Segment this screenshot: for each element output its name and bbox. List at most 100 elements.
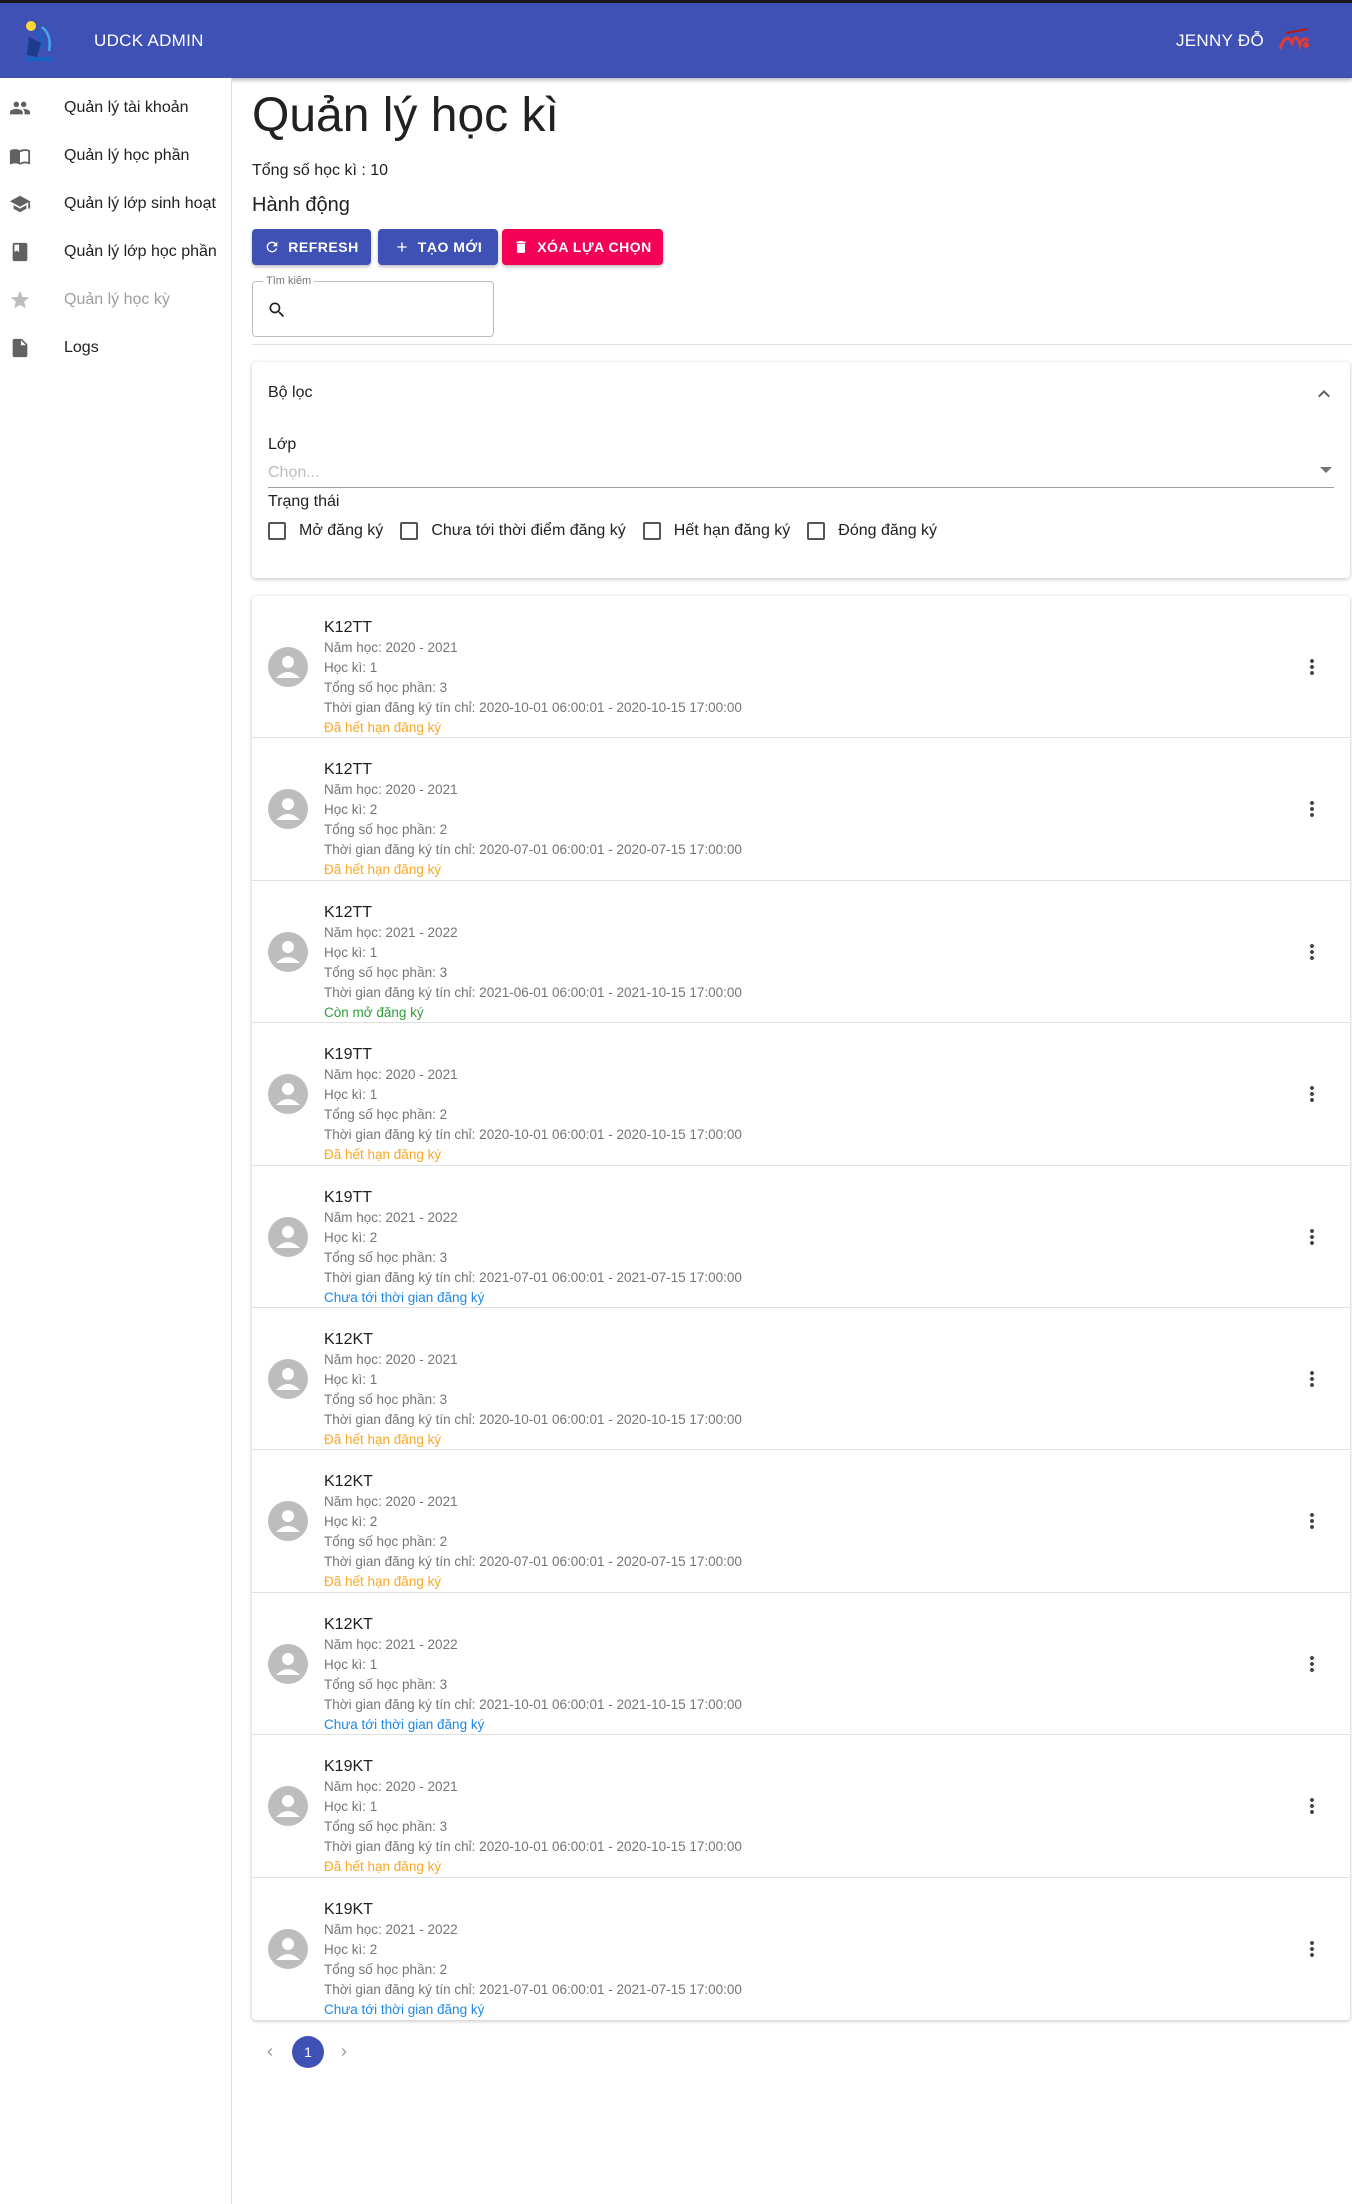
school-year: Năm học: 2020 - 2021 — [324, 1494, 458, 1510]
term: Học kì: 1 — [324, 1372, 378, 1387]
list-item-text: K12TT Năm học: 2020 - 2021 Học kì: 1 Tổng s… — [324, 618, 742, 738]
more-options-icon[interactable] — [1300, 940, 1324, 964]
list-item[interactable]: K19KT Năm học: 2021 - 2022 Học kì: 2 Tổng s… — [252, 1878, 1350, 2020]
registration-period: Thời gian đăng ký tín chỉ: 2021-06-01 06… — [324, 984, 742, 1000]
chevron-right-icon[interactable] — [336, 2044, 352, 2060]
registration-period: Thời gian đăng ký tín chỉ: 2021-07-01 06… — [324, 1981, 742, 1997]
more-options-icon[interactable] — [1300, 1509, 1324, 1533]
status-text: Đã hết hạn đăng ký — [324, 1574, 442, 1590]
status-text: Chưa tới thời gian đăng ký — [324, 1289, 485, 1305]
checkbox-box[interactable] — [807, 522, 826, 540]
more-options-icon[interactable] — [1300, 1794, 1324, 1818]
delete-selected-button[interactable]: XÓA LỰA CHỌN — [502, 229, 663, 265]
registration-period: Thời gian đăng ký tín chỉ: 2021-07-01 06… — [324, 1269, 742, 1285]
class-name: K12TT — [324, 761, 373, 779]
more-options-icon[interactable] — [1300, 1082, 1324, 1106]
sidebar-item-course-classes[interactable]: Quản lý lớp học phần — [0, 228, 232, 276]
term: Học kì: 2 — [324, 1941, 378, 1957]
chevron-left-icon[interactable] — [262, 2044, 278, 2060]
school-year: Năm học: 2020 - 2021 — [324, 640, 458, 655]
avatar — [268, 789, 308, 830]
list-item-text: K19KT Năm học: 2020 - 2021 Học kì: 1 Tổng s… — [324, 1757, 742, 1877]
person-icon — [276, 1225, 300, 1248]
status-text: Đã hết hạn đăng ký — [324, 1859, 442, 1875]
class-name: K12KT — [324, 1331, 373, 1348]
avatar — [268, 1786, 308, 1827]
course-count: Tổng số học phần: 3 — [324, 1676, 448, 1692]
status-text: Đã hết hạn đăng ký — [324, 1147, 442, 1163]
book-open-icon — [8, 144, 32, 168]
user-name[interactable]: JENNY ĐỖ — [1176, 31, 1264, 51]
more-options-icon[interactable] — [1300, 1225, 1324, 1249]
total-count: Tổng số học kì : 10 — [252, 162, 389, 179]
course-count: Tổng số học phần: 3 — [324, 680, 448, 695]
more-options-icon[interactable] — [1300, 1937, 1324, 1961]
course-count: Tổng số học phần: 2 — [324, 1961, 448, 1977]
avatar — [268, 931, 308, 972]
class-name: K19KT — [324, 1758, 373, 1776]
create-button[interactable]: TẠO MỚI — [378, 229, 498, 265]
refresh-button[interactable]: REFRESH — [252, 229, 371, 265]
more-options-icon[interactable] — [1300, 1652, 1324, 1676]
sidebar-item-label: Logs — [64, 339, 99, 356]
more-options-icon[interactable] — [1300, 655, 1324, 679]
refresh-icon — [266, 241, 278, 253]
app-logo[interactable] — [20, 17, 62, 65]
course-count: Tổng số học phần: 2 — [324, 1534, 448, 1550]
list-item[interactable]: K12KT Năm học: 2021 - 2022 Học kì: 1 Tổng s… — [252, 1593, 1350, 1736]
sidebar-item-label: Quản lý tài khoản — [64, 99, 189, 116]
search-field[interactable]: Tìm kiếm — [252, 275, 494, 337]
sidebar-item-accounts[interactable]: Quản lý tài khoản — [0, 84, 232, 132]
checkbox-box[interactable] — [642, 522, 661, 540]
status-text: Đã hết hạn đăng ký — [324, 720, 442, 735]
chevron-up-icon[interactable] — [1312, 382, 1336, 406]
actions-heading: Hành động — [252, 194, 350, 216]
checkbox-label: Mở đăng ký — [299, 522, 384, 539]
checkbox-box[interactable] — [400, 522, 419, 540]
school-year: Năm học: 2021 - 2022 — [324, 1636, 458, 1652]
list-item-text: K19TT Năm học: 2020 - 2021 Học kì: 1 Tổng s… — [324, 1045, 742, 1165]
person-icon — [276, 656, 300, 678]
list-item-text: K12KT Năm học: 2020 - 2021 Học kì: 2 Tổng s… — [324, 1472, 742, 1592]
list-item[interactable]: K12TT Năm học: 2020 - 2021 Học kì: 2 Tổng s… — [252, 738, 1350, 881]
term: Học kì: 1 — [324, 660, 378, 675]
person-icon — [276, 798, 300, 821]
page-title: Quản lý học kì — [252, 89, 559, 142]
user-logo-icon[interactable] — [1276, 25, 1316, 55]
status-checkbox-group: Mở đăng ký Chưa tới thời điểm đăng ký Hế… — [268, 522, 954, 540]
list-item[interactable]: K12KT Năm học: 2020 - 2021 Học kì: 2 Tổng s… — [252, 1450, 1350, 1593]
list-item[interactable]: K19TT Năm học: 2020 - 2021 Học kì: 1 Tổng s… — [252, 1023, 1350, 1166]
sidebar-item-courses[interactable]: Quản lý học phần — [0, 132, 232, 180]
term: Học kì: 2 — [324, 1229, 378, 1245]
list-item[interactable]: K19KT Năm học: 2020 - 2021 Học kì: 1 Tổng s… — [252, 1735, 1350, 1878]
checkbox-box[interactable] — [268, 522, 286, 540]
more-options-icon[interactable] — [1300, 1367, 1324, 1391]
registration-period: Thời gian đăng ký tín chỉ: 2020-10-01 06… — [324, 1412, 742, 1427]
list-item[interactable]: K12TT Năm học: 2021 - 2022 Học kì: 1 Tổng s… — [252, 881, 1350, 1024]
status-text: Đã hết hạn đăng ký — [324, 1432, 442, 1447]
checkbox-open[interactable]: Mở đăng ký — [268, 522, 383, 540]
list-item[interactable]: K12TT Năm học: 2020 - 2021 Học kì: 1 Tổng s… — [252, 596, 1350, 739]
checkbox-not-yet[interactable]: Chưa tới thời điểm đăng ký — [400, 522, 626, 540]
sidebar: Quản lý tài khoản Quản lý học phần Quản … — [0, 78, 232, 2204]
app-bar: UDCK ADMIN JENNY ĐỖ — [0, 0, 1352, 78]
school-year: Năm học: 2020 - 2021 — [324, 1067, 458, 1083]
school-year: Năm học: 2020 - 2021 — [324, 1352, 458, 1367]
sidebar-item-label: Quản lý lớp sinh hoạt — [64, 195, 216, 212]
class-select[interactable]: Chọn... — [268, 458, 1334, 488]
page-button-current[interactable]: 1 — [292, 2036, 324, 2068]
search-input[interactable] — [297, 294, 483, 324]
school-icon — [8, 192, 32, 216]
sidebar-item-logs[interactable]: Logs — [0, 324, 232, 372]
course-count: Tổng số học phần: 2 — [324, 1107, 448, 1123]
sidebar-item-semesters[interactable]: Quản lý học kỳ — [0, 276, 232, 324]
person-icon — [276, 940, 300, 963]
list-item[interactable]: K19TT Năm học: 2021 - 2022 Học kì: 2 Tổng s… — [252, 1166, 1350, 1308]
sidebar-item-homeroom-classes[interactable]: Quản lý lớp sinh hoạt — [0, 180, 232, 228]
person-icon — [276, 1083, 300, 1106]
checkbox-closed[interactable]: Đóng đăng ký — [807, 522, 937, 540]
checkbox-expired[interactable]: Hết hạn đăng ký — [642, 522, 790, 540]
list-item[interactable]: K12KT Năm học: 2020 - 2021 Học kì: 1 Tổng s… — [252, 1308, 1350, 1451]
status-text: Chưa tới thời gian đăng ký — [324, 2001, 485, 2017]
more-options-icon[interactable] — [1300, 797, 1324, 821]
